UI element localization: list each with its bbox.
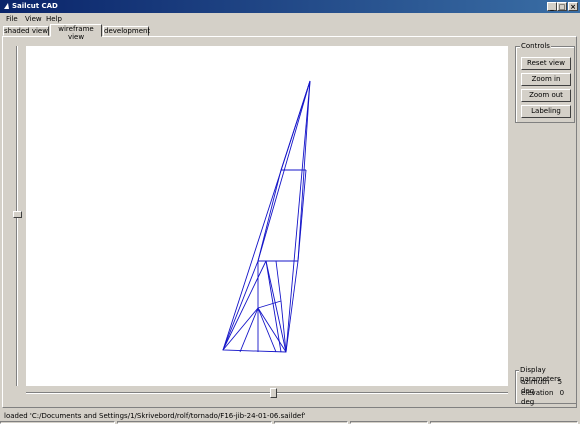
zoom-in-button[interactable]: Zoom in — [521, 73, 571, 86]
minimize-button[interactable]: _ — [547, 2, 557, 11]
azimuth-slider-track[interactable] — [26, 392, 508, 394]
tab-development[interactable]: development — [103, 26, 150, 36]
menu-file[interactable]: File — [6, 14, 18, 24]
azimuth-slider-thumb[interactable] — [270, 388, 277, 398]
maximize-icon: □ — [558, 3, 566, 11]
maximize-button[interactable]: □ — [557, 2, 567, 11]
tab-shaded-view[interactable]: shaded view — [3, 26, 49, 36]
elevation-label: elevation — [521, 389, 554, 397]
controls-title: Controls — [520, 42, 551, 51]
window-title: Sailcut CAD — [12, 2, 58, 10]
status-bar: loaded 'C:/Documents and Settings/1/Skri… — [0, 410, 580, 424]
elevation-row: elevation 0 deg — [521, 389, 576, 407]
sail-icon — [4, 3, 9, 9]
labeling-button[interactable]: Labeling — [521, 105, 571, 118]
wireframe-canvas[interactable] — [26, 46, 508, 386]
sail-wireframe — [222, 80, 311, 353]
menu-view[interactable]: View — [25, 14, 42, 24]
zoom-out-button[interactable]: Zoom out — [521, 89, 571, 102]
close-icon: × — [570, 3, 576, 11]
close-button[interactable]: × — [568, 2, 578, 11]
menu-help[interactable]: Help — [46, 14, 62, 24]
display-parameters-group: Display parameters azimuth 5 deg elevati… — [515, 366, 577, 407]
status-message: loaded 'C:/Documents and Settings/1/Skri… — [4, 412, 306, 420]
elevation-slider-thumb[interactable] — [13, 211, 22, 218]
menu-bar: File View Help — [0, 13, 580, 24]
azimuth-label: azimuth — [521, 378, 550, 386]
reset-view-button[interactable]: Reset view — [521, 57, 571, 70]
tab-bar: shaded view wireframe view development — [0, 24, 580, 41]
title-bar: Sailcut CAD _ □ × — [0, 0, 580, 13]
minimize-icon: _ — [550, 3, 554, 11]
controls-group: Controls Reset view Zoom in Zoom out Lab… — [515, 42, 575, 123]
tab-wireframe-view[interactable]: wireframe view — [50, 24, 102, 41]
